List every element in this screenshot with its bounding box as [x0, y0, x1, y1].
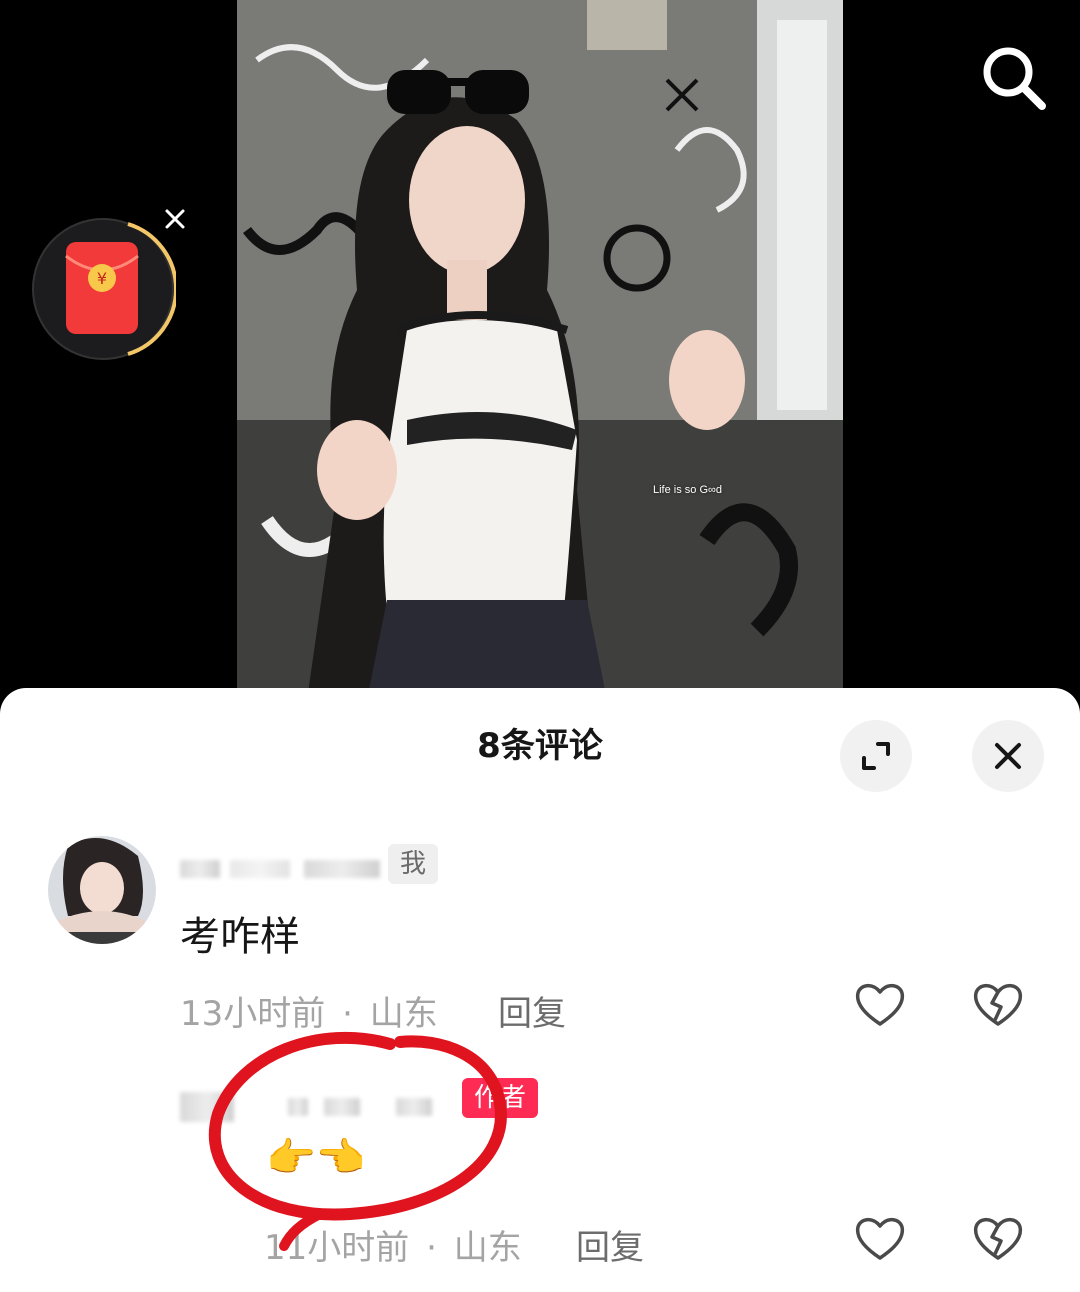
- broken-heart-icon: [973, 984, 1023, 1026]
- meta-separator: ·: [426, 1228, 437, 1268]
- close-comments-button[interactable]: [972, 720, 1044, 792]
- screen: Life is so G∞d ¥ 8条评论 我 考咋样 13小时前 · 山东 回…: [0, 0, 1080, 1292]
- avatar-image: [48, 836, 156, 944]
- red-packet-icon: ¥: [32, 218, 179, 360]
- comment-meta: 11小时前 · 山东: [264, 1220, 522, 1269]
- close-icon: [165, 209, 185, 229]
- comment-text: 👉👈: [266, 1135, 366, 1181]
- close-icon: [995, 743, 1021, 769]
- blurred-username: [324, 1098, 360, 1116]
- meta-separator: ·: [342, 994, 353, 1034]
- heart-icon: [855, 1218, 905, 1260]
- avatar[interactable]: [48, 836, 156, 944]
- comments-sheet: 8条评论 我 考咋样 13小时前 · 山东 回复 作者 👉👈 11小时前 · 山…: [0, 688, 1080, 1292]
- blurred-username: [180, 860, 220, 878]
- blurred-username: [396, 1098, 432, 1116]
- blurred-avatar: [180, 1092, 234, 1122]
- comment-time: 11小时前: [264, 1228, 410, 1268]
- video-caption: Life is so G∞d: [653, 484, 722, 496]
- reply-button[interactable]: 回复: [576, 1220, 644, 1269]
- me-badge: 我: [388, 844, 439, 884]
- svg-text:¥: ¥: [97, 269, 107, 288]
- blurred-username: [288, 1098, 308, 1116]
- video-frame[interactable]: Life is so G∞d: [237, 0, 843, 700]
- blurred-username: [304, 860, 380, 878]
- heart-icon: [855, 984, 905, 1026]
- search-icon: [983, 47, 1046, 110]
- comment-location: 山东: [369, 994, 438, 1034]
- comment-meta: 13小时前 · 山东: [180, 986, 438, 1035]
- red-packet-widget[interactable]: ¥: [30, 216, 179, 362]
- comments-title: 8条评论: [477, 726, 603, 766]
- reply-button[interactable]: 回复: [498, 986, 566, 1035]
- video-image: [237, 0, 843, 700]
- blurred-username: [230, 860, 290, 878]
- red-packet-close-button[interactable]: [160, 204, 190, 234]
- search-button[interactable]: [976, 40, 1050, 114]
- comment-location: 山东: [453, 1228, 522, 1268]
- expand-button[interactable]: [840, 720, 912, 792]
- dislike-button[interactable]: [970, 1210, 1026, 1266]
- broken-heart-icon: [973, 1218, 1023, 1260]
- comment-time: 13小时前: [180, 994, 326, 1034]
- dislike-button[interactable]: [970, 976, 1026, 1032]
- like-button[interactable]: [852, 1210, 908, 1266]
- comment-text: 考咋样: [180, 914, 300, 960]
- like-button[interactable]: [852, 976, 908, 1032]
- author-badge: 作者: [462, 1078, 539, 1118]
- expand-icon: [862, 742, 890, 770]
